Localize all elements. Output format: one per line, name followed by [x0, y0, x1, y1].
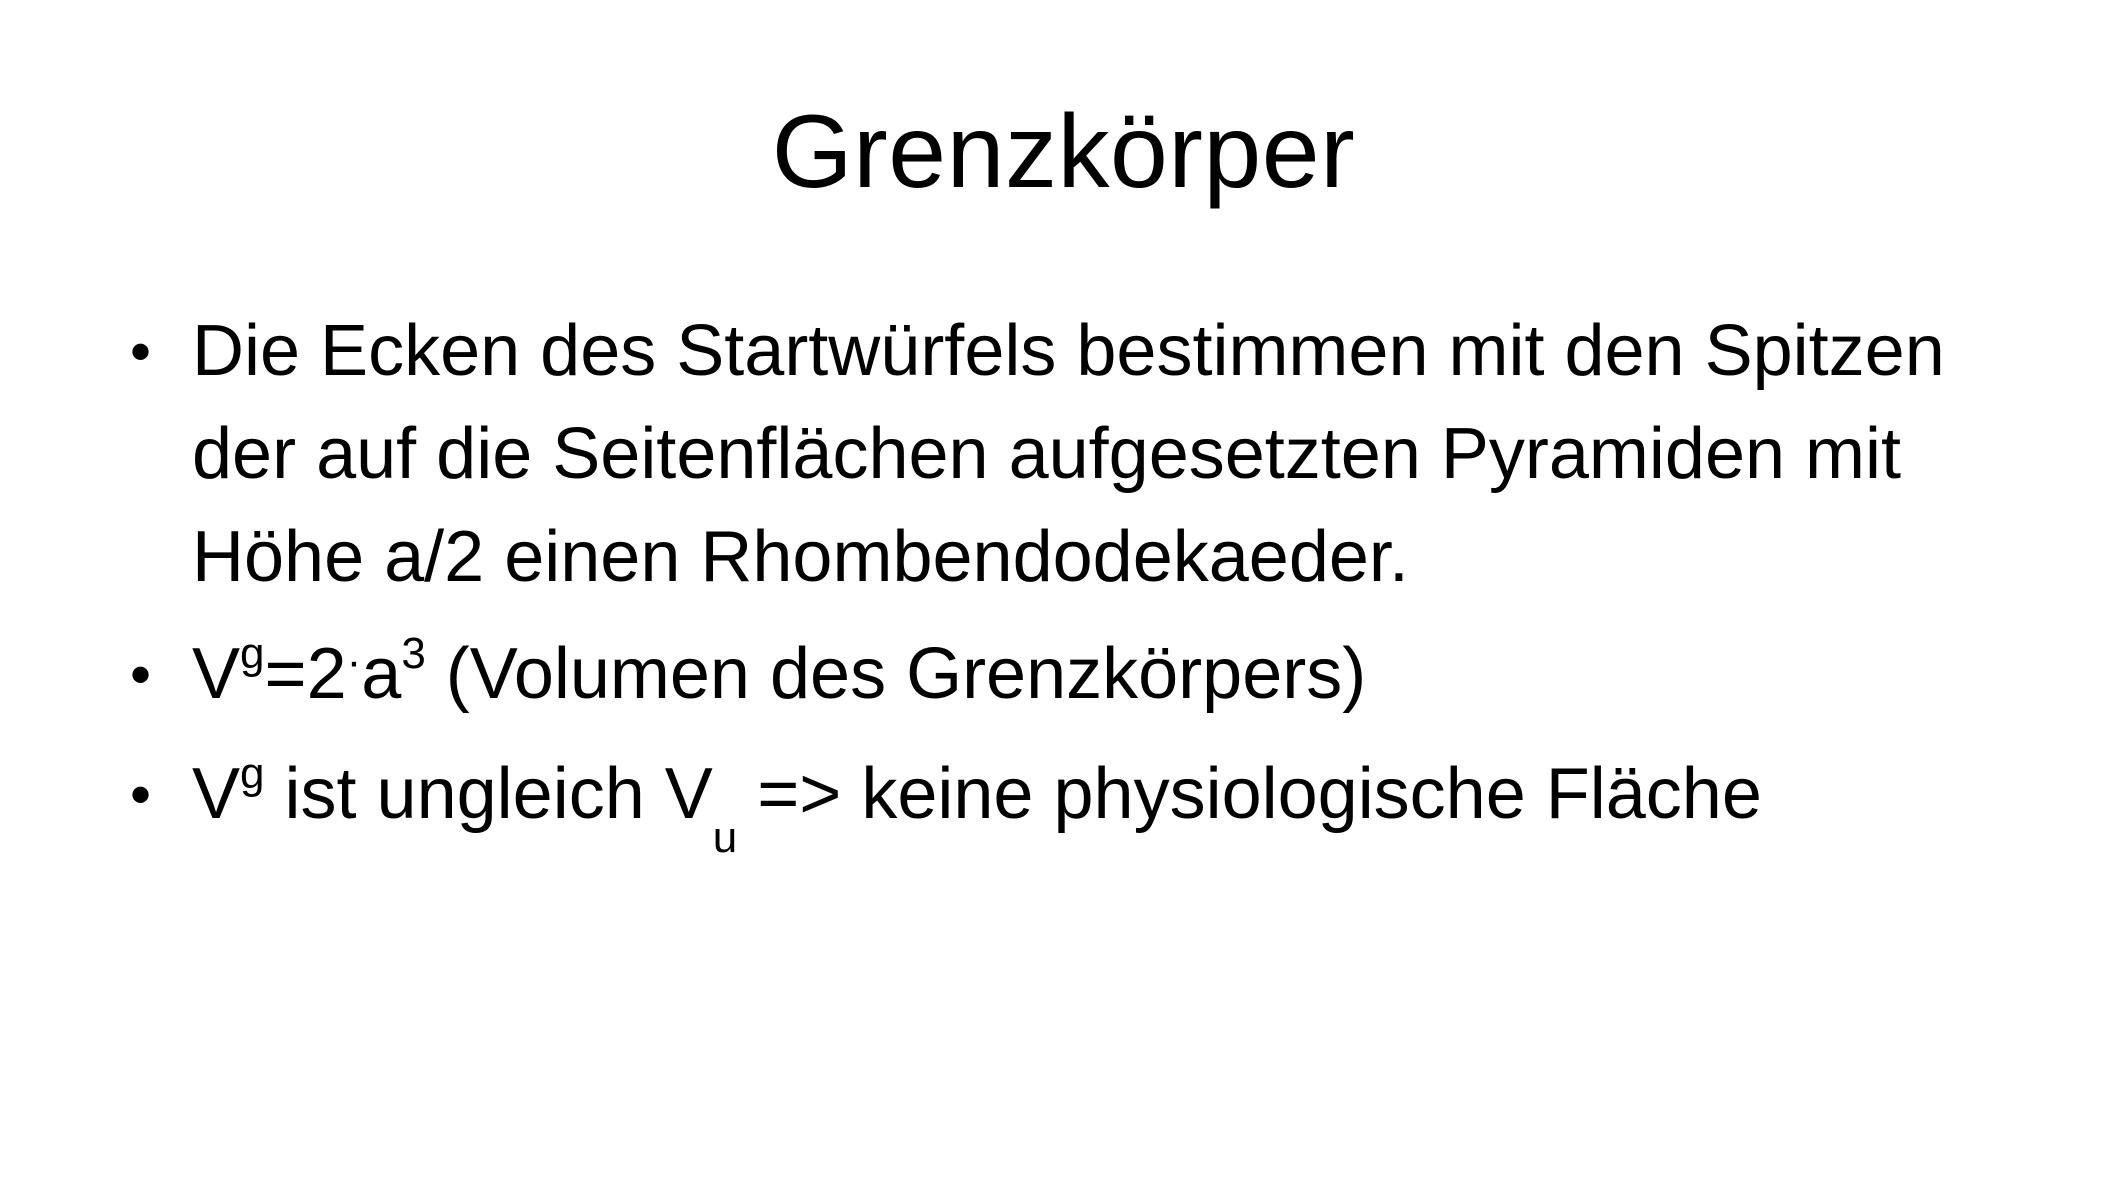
formula-vu-subscript: u — [712, 813, 738, 862]
bullet-list: • Die Ecken des Startwürfels bestimmen m… — [130, 300, 2030, 860]
bullet-item-comparison: • Vg ist ungleich Vu => keine physiologi… — [130, 743, 2030, 860]
formula-a: a — [361, 634, 402, 714]
formula-v: V — [192, 754, 241, 834]
formula-a-superscript: 3 — [401, 629, 426, 678]
formula-multiply-dot: · — [346, 637, 362, 686]
bullet-text-corners: Die Ecken des Startwürfels bestimmen mit… — [192, 311, 1945, 597]
formula-v: V — [192, 634, 241, 714]
slide: Grenzkörper • Die Ecken des Startwürfels… — [0, 0, 2127, 1193]
bullet-dot-icon: • — [130, 641, 152, 708]
bullet-text-unequal: ist ungleich V — [264, 754, 713, 834]
formula-v-superscript: g — [240, 749, 265, 798]
bullet-text-conclusion: => keine physiologische Fläche — [737, 754, 1762, 834]
formula-equals: =2 — [264, 634, 347, 714]
bullet-text-volume: (Volumen des Grenzkörpers) — [425, 634, 1367, 714]
bullet-item-corners: • Die Ecken des Startwürfels bestimmen m… — [130, 300, 2030, 609]
formula-v-superscript: g — [240, 629, 265, 678]
slide-title: Grenzkörper — [771, 94, 1356, 210]
bullet-item-volume: • Vg=2·a3 (Volumen des Grenzkörpers) — [130, 623, 2030, 735]
bullet-dot-icon: • — [130, 318, 152, 385]
bullet-dot-icon: • — [130, 761, 152, 828]
